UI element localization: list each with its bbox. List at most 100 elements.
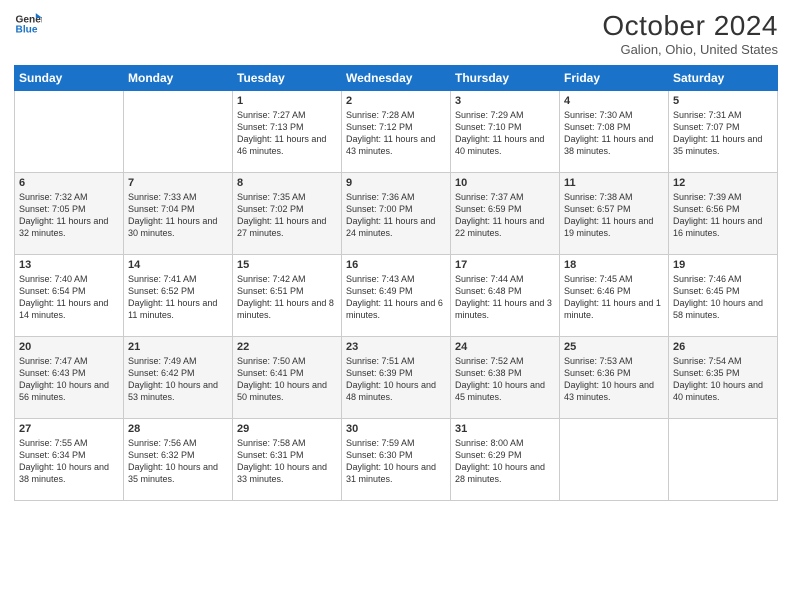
daylight-info: Daylight: 10 hours and 38 minutes.: [19, 461, 119, 485]
day-number: 8: [237, 177, 337, 189]
day-number: 3: [455, 95, 555, 107]
day-cell: 8Sunrise: 7:35 AMSunset: 7:02 PMDaylight…: [233, 173, 342, 255]
day-cell: 15 Sunrise: 7:42 AMSunset: 6:51 PMDayligh…: [233, 255, 342, 337]
sunrise-info: Sunrise: 7:43 AM: [346, 273, 446, 285]
sunset-info: Sunset: 7:02 PM: [237, 203, 337, 215]
sunrise-info: Sunrise: 7:44 AM: [455, 273, 555, 285]
sunrise-info: Sunrise: 7:38 AM: [564, 191, 664, 203]
sunset-info: Sunset: 6:49 PM: [346, 285, 446, 297]
day-cell: [669, 419, 778, 501]
daylight-info: Daylight: 11 hours and 30 minutes.: [128, 215, 228, 239]
daylight-info: Daylight: 11 hours and 19 minutes.: [564, 215, 664, 239]
sunrise-info: Sunrise: 7:54 AM: [673, 355, 773, 367]
sunset-info: Sunset: 6:42 PM: [128, 367, 228, 379]
sunset-info: Sunset: 6:51 PM: [237, 285, 337, 297]
daylight-info: Daylight: 11 hours and 8 minutes.: [237, 297, 337, 321]
location: Galion, Ohio, United States: [602, 42, 778, 57]
daylight-info: Daylight: 11 hours and 27 minutes.: [237, 215, 337, 239]
sunrise-info: Sunrise: 7:42 AM: [237, 273, 337, 285]
sunset-info: Sunset: 6:38 PM: [455, 367, 555, 379]
week-row-1: 1Sunrise: 7:27 AMSunset: 7:13 PMDaylight…: [15, 91, 778, 173]
sunset-info: Sunset: 6:41 PM: [237, 367, 337, 379]
sunset-info: Sunset: 6:45 PM: [673, 285, 773, 297]
day-cell: 17Sunrise: 7:44 AMSunset: 6:48 PMDayligh…: [451, 255, 560, 337]
day-cell: 23Sunrise: 7:51 AMSunset: 6:39 PMDayligh…: [342, 337, 451, 419]
sunrise-info: Sunrise: 7:36 AM: [346, 191, 446, 203]
sunset-info: Sunset: 6:56 PM: [673, 203, 773, 215]
sunset-info: Sunset: 7:04 PM: [128, 203, 228, 215]
sunset-info: Sunset: 6:46 PM: [564, 285, 664, 297]
day-number: 9: [346, 177, 446, 189]
sunrise-info: Sunrise: 7:27 AM: [237, 109, 337, 121]
sunrise-info: Sunrise: 7:30 AM: [564, 109, 664, 121]
sunrise-info: Sunrise: 7:55 AM: [19, 437, 119, 449]
day-number: 19: [673, 259, 773, 271]
daylight-info: Daylight: 10 hours and 45 minutes.: [455, 379, 555, 403]
sunrise-info: Sunrise: 7:39 AM: [673, 191, 773, 203]
header: General Blue October 2024 Galion, Ohio, …: [14, 10, 778, 57]
col-header-thursday: Thursday: [451, 66, 560, 91]
col-header-sunday: Sunday: [15, 66, 124, 91]
day-cell: 20Sunrise: 7:47 AMSunset: 6:43 PMDayligh…: [15, 337, 124, 419]
day-cell: 29Sunrise: 7:58 AMSunset: 6:31 PMDayligh…: [233, 419, 342, 501]
sunset-info: Sunset: 6:59 PM: [455, 203, 555, 215]
sunset-info: Sunset: 7:08 PM: [564, 121, 664, 133]
day-cell: 7Sunrise: 7:33 AMSunset: 7:04 PMDaylight…: [124, 173, 233, 255]
sunrise-info: Sunrise: 7:56 AM: [128, 437, 228, 449]
day-number: 27: [19, 423, 119, 435]
day-cell: 5Sunrise: 7:31 AMSunset: 7:07 PMDaylight…: [669, 91, 778, 173]
col-header-monday: Monday: [124, 66, 233, 91]
daylight-info: Daylight: 11 hours and 11 minutes.: [128, 297, 228, 321]
day-cell: 19Sunrise: 7:46 AMSunset: 6:45 PMDayligh…: [669, 255, 778, 337]
daylight-info: Daylight: 10 hours and 33 minutes.: [237, 461, 337, 485]
sunrise-info: Sunrise: 7:59 AM: [346, 437, 446, 449]
day-cell: 9Sunrise: 7:36 AMSunset: 7:00 PMDaylight…: [342, 173, 451, 255]
day-number: 10: [455, 177, 555, 189]
calendar-table: SundayMondayTuesdayWednesdayThursdayFrid…: [14, 65, 778, 501]
day-cell: 13Sunrise: 7:40 AMSunset: 6:54 PMDayligh…: [15, 255, 124, 337]
week-row-5: 27Sunrise: 7:55 AMSunset: 6:34 PMDayligh…: [15, 419, 778, 501]
day-number: 31: [455, 423, 555, 435]
daylight-info: Daylight: 10 hours and 31 minutes.: [346, 461, 446, 485]
sunset-info: Sunset: 6:39 PM: [346, 367, 446, 379]
day-number: 25: [564, 341, 664, 353]
logo-icon: General Blue: [14, 10, 42, 38]
daylight-info: Daylight: 11 hours and 6 minutes.: [346, 297, 446, 321]
daylight-info: Daylight: 11 hours and 3 minutes.: [455, 297, 555, 321]
day-number: 15: [237, 259, 337, 271]
day-cell: 10Sunrise: 7:37 AMSunset: 6:59 PMDayligh…: [451, 173, 560, 255]
week-row-2: 6Sunrise: 7:32 AMSunset: 7:05 PMDaylight…: [15, 173, 778, 255]
day-cell: 3Sunrise: 7:29 AMSunset: 7:10 PMDaylight…: [451, 91, 560, 173]
day-number: 12: [673, 177, 773, 189]
sunset-info: Sunset: 6:43 PM: [19, 367, 119, 379]
sunset-info: Sunset: 7:13 PM: [237, 121, 337, 133]
daylight-info: Daylight: 10 hours and 43 minutes.: [564, 379, 664, 403]
week-row-3: 13Sunrise: 7:40 AMSunset: 6:54 PMDayligh…: [15, 255, 778, 337]
day-cell: 22Sunrise: 7:50 AMSunset: 6:41 PMDayligh…: [233, 337, 342, 419]
sunrise-info: Sunrise: 7:45 AM: [564, 273, 664, 285]
sunset-info: Sunset: 6:35 PM: [673, 367, 773, 379]
sunset-info: Sunset: 7:07 PM: [673, 121, 773, 133]
col-header-saturday: Saturday: [669, 66, 778, 91]
sunrise-info: Sunrise: 7:50 AM: [237, 355, 337, 367]
day-number: 14: [128, 259, 228, 271]
sunrise-info: Sunrise: 8:00 AM: [455, 437, 555, 449]
daylight-info: Daylight: 11 hours and 38 minutes.: [564, 133, 664, 157]
day-cell: 18 Sunrise: 7:45 AMSunset: 6:46 PMDayligh…: [560, 255, 669, 337]
day-cell: 6Sunrise: 7:32 AMSunset: 7:05 PMDaylight…: [15, 173, 124, 255]
logo: General Blue: [14, 10, 42, 38]
day-cell: 31Sunrise: 8:00 AMSunset: 6:29 PMDayligh…: [451, 419, 560, 501]
sunset-info: Sunset: 6:48 PM: [455, 285, 555, 297]
week-row-4: 20Sunrise: 7:47 AMSunset: 6:43 PMDayligh…: [15, 337, 778, 419]
sunrise-info: Sunrise: 7:51 AM: [346, 355, 446, 367]
daylight-info: Daylight: 11 hours and 1 minute.: [564, 297, 664, 321]
sunrise-info: Sunrise: 7:46 AM: [673, 273, 773, 285]
sunrise-info: Sunrise: 7:32 AM: [19, 191, 119, 203]
day-cell: 30Sunrise: 7:59 AMSunset: 6:30 PMDayligh…: [342, 419, 451, 501]
col-header-wednesday: Wednesday: [342, 66, 451, 91]
day-number: 18: [564, 259, 664, 271]
sunrise-info: Sunrise: 7:28 AM: [346, 109, 446, 121]
daylight-info: Daylight: 11 hours and 43 minutes.: [346, 133, 446, 157]
day-cell: 11Sunrise: 7:38 AMSunset: 6:57 PMDayligh…: [560, 173, 669, 255]
day-number: 29: [237, 423, 337, 435]
